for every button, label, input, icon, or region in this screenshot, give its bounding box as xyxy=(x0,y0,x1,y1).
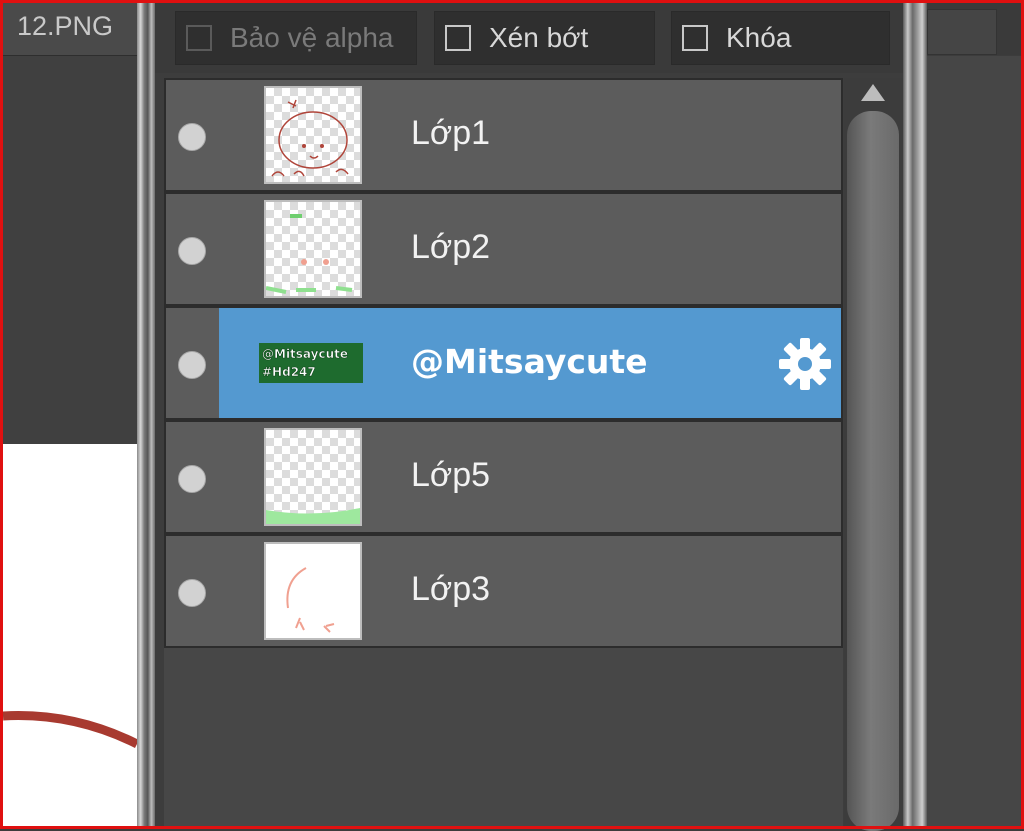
visibility-dot-icon[interactable] xyxy=(178,465,206,493)
layer-thumbnail xyxy=(264,86,362,184)
clipping-label: Xén bớt xyxy=(489,22,589,53)
layer-row[interactable]: Lớp3 xyxy=(164,534,843,648)
protect-alpha-checkbox[interactable]: Bảo vệ alpha xyxy=(175,11,417,65)
visibility-dot-icon[interactable] xyxy=(178,351,206,379)
layer-name: Lớp5 xyxy=(411,456,491,494)
gear-icon[interactable] xyxy=(777,336,833,392)
lock-label: Khóa xyxy=(726,22,792,53)
layer-row[interactable]: Lớp2 xyxy=(164,192,843,306)
visibility-dot-icon[interactable] xyxy=(178,579,206,607)
lock-checkbox[interactable]: Khóa xyxy=(671,11,890,65)
canvas-stroke xyxy=(3,711,137,749)
layer-thumbnail: @Mitsaycute #Hd247 xyxy=(259,343,363,383)
canvas-background xyxy=(3,56,137,444)
right-toolbar-field[interactable] xyxy=(927,9,997,55)
scroll-thumb[interactable] xyxy=(847,111,899,831)
protect-alpha-box[interactable] xyxy=(186,25,212,51)
panel-splitter-right[interactable] xyxy=(903,3,927,826)
right-panel xyxy=(927,56,1021,826)
thumb-text-line-2: #Hd247 xyxy=(262,365,316,379)
drawing-canvas[interactable] xyxy=(3,444,137,826)
document-tab[interactable]: 12.PNG xyxy=(3,3,137,56)
text-thumbnail-art: @Mitsaycute #Hd247 xyxy=(259,343,363,383)
layer-panel: Bảo vệ alpha Xén bớt Khóa Lớp1 Lớp2 @Mit… xyxy=(155,3,903,831)
layer-options-bar: Bảo vệ alpha Xén bớt Khóa xyxy=(155,3,903,73)
visibility-dot-icon[interactable] xyxy=(178,123,206,151)
layer-name: Lớp3 xyxy=(411,570,491,608)
protect-alpha-label: Bảo vệ alpha xyxy=(230,22,394,53)
visibility-dot-icon[interactable] xyxy=(178,237,206,265)
panel-splitter-left[interactable] xyxy=(137,3,155,826)
layer-row-selected[interactable]: @Mitsaycute #Hd247 @Mitsaycute xyxy=(164,306,843,420)
lock-box[interactable] xyxy=(682,25,708,51)
thumb-text-line-1: @Mitsaycute xyxy=(262,347,348,361)
layer-name: Lớp2 xyxy=(411,228,491,266)
layer-list: Lớp1 Lớp2 @Mitsaycute #Hd247 @Mitsaycute… xyxy=(164,78,843,826)
right-toolbar xyxy=(927,3,1021,55)
layer-row[interactable]: Lớp1 xyxy=(164,78,843,192)
clipping-box[interactable] xyxy=(445,25,471,51)
layer-name: @Mitsaycute xyxy=(411,342,648,381)
layer-thumbnail xyxy=(264,200,362,298)
sketch-thumbnail-art xyxy=(266,214,353,294)
sketch-thumbnail-art xyxy=(286,567,335,633)
layer-row[interactable]: Lớp5 xyxy=(164,420,843,534)
layer-list-scrollbar[interactable] xyxy=(844,78,903,831)
document-tab-label: 12.PNG xyxy=(17,11,114,41)
sketch-thumbnail-art xyxy=(266,508,360,524)
clipping-checkbox[interactable]: Xén bớt xyxy=(434,11,655,65)
layer-thumbnail xyxy=(264,428,362,526)
sketch-thumbnail-art xyxy=(271,99,349,177)
scroll-up-arrow-icon[interactable] xyxy=(861,84,885,101)
layer-name: Lớp1 xyxy=(411,114,491,152)
layer-thumbnail xyxy=(264,542,362,640)
